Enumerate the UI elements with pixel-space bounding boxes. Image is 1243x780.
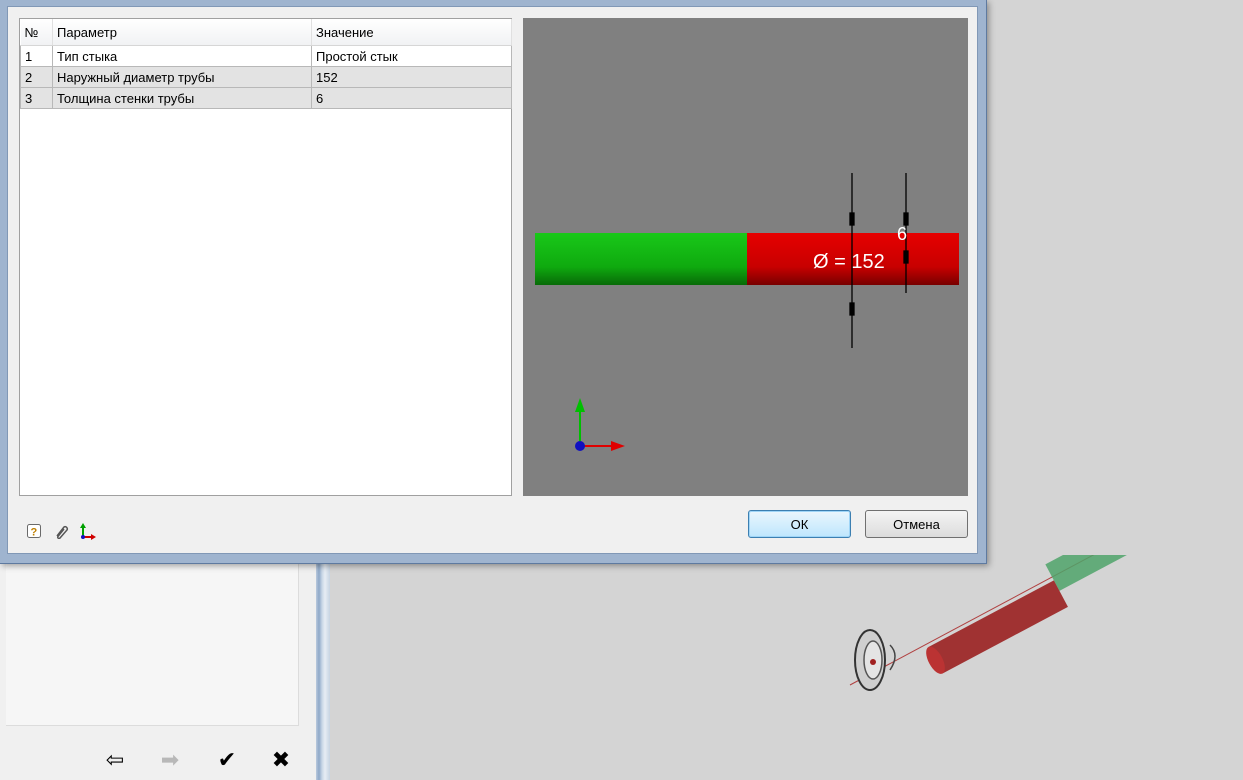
diameter-label: Ø = 152 <box>813 251 885 273</box>
row-parameter[interactable]: Толщина стенки трубы <box>52 87 312 109</box>
row-value[interactable]: 6 <box>311 87 512 109</box>
table-row[interactable]: 2 Наружный диаметр трубы 152 <box>20 66 512 88</box>
cancel-button[interactable]: Отмена <box>865 510 968 538</box>
axis-triad <box>575 398 625 451</box>
axes-icon[interactable] <box>79 522 97 540</box>
ok-button[interactable]: ОК <box>748 510 851 538</box>
pipe-green-preview <box>535 233 747 285</box>
row-value[interactable]: Простой стык <box>311 45 512 67</box>
row-number: 3 <box>20 87 53 109</box>
table-header-row: № Параметр Значение <box>20 19 512 46</box>
back-arrow-button[interactable]: ⇦ <box>100 748 130 772</box>
pipe-segment-green <box>1045 555 1173 591</box>
paperclip-icon[interactable] <box>52 522 70 540</box>
panel-splitter[interactable] <box>316 555 330 780</box>
column-header-value[interactable]: Значение <box>311 19 512 46</box>
pipe-segment-red <box>926 580 1068 674</box>
row-number: 2 <box>20 66 53 88</box>
side-panel-content <box>6 555 299 726</box>
row-value[interactable]: 152 <box>311 66 512 88</box>
help-icon[interactable]: ? <box>25 522 43 540</box>
apply-check-button[interactable]: ✔ <box>212 748 242 772</box>
svg-text:?: ? <box>31 527 38 539</box>
column-header-parameter[interactable]: Параметр <box>52 19 312 46</box>
joint-preview-viewport[interactable]: Ø = 152 6 <box>523 18 968 496</box>
close-cross-button[interactable]: ✖ <box>266 748 296 772</box>
flange-model <box>854 629 896 691</box>
dialog-body: № Параметр Значение 1 Тип стыка Простой … <box>7 6 978 554</box>
parameters-table: № Параметр Значение 1 Тип стыка Простой … <box>20 19 512 109</box>
column-header-number[interactable]: № <box>20 19 53 46</box>
row-parameter[interactable]: Тип стыка <box>52 45 312 67</box>
pipe-axis-line <box>849 555 1095 686</box>
parameters-table-panel: № Параметр Значение 1 Тип стыка Простой … <box>19 18 512 496</box>
forward-arrow-button[interactable]: ➡ <box>155 748 185 772</box>
row-parameter[interactable]: Наружный диаметр трубы <box>52 66 312 88</box>
row-number: 1 <box>20 45 53 67</box>
side-panel <box>0 555 316 780</box>
table-row[interactable]: 3 Толщина стенки трубы 6 <box>20 87 512 109</box>
table-row[interactable]: 1 Тип стыка Простой стык <box>20 45 512 67</box>
wall-thickness-label: 6 <box>897 224 907 244</box>
joint-parameters-dialog: № Параметр Значение 1 Тип стыка Простой … <box>0 0 987 564</box>
model-viewport[interactable] <box>330 555 1243 780</box>
